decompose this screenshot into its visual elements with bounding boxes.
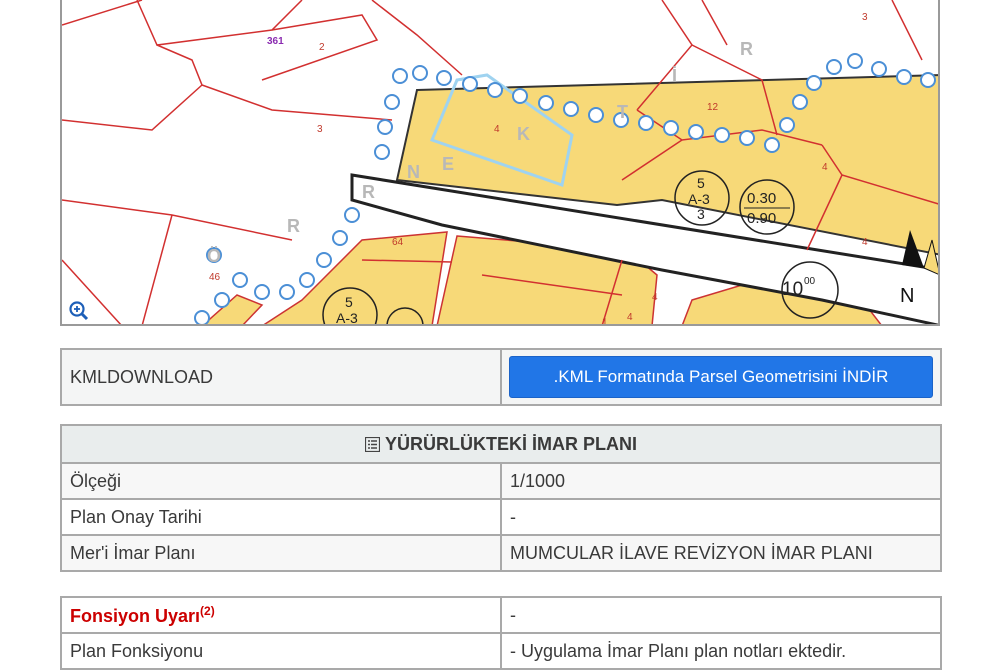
function-warning-value: - [500,596,942,634]
street-letter: T [617,102,628,122]
parcel-label: 361 [267,36,284,47]
zoning-ratio-top: 0.30 [747,190,776,207]
plan-row-value: - [500,498,942,536]
parcel-label: 4 [627,312,633,323]
street-letter: R [362,182,375,202]
plan-row-label: Ölçeği [60,462,502,500]
parcel-block-edge [203,294,264,324]
street-letter: İ [672,66,677,86]
parcel-label: 1 [602,317,608,326]
parcel-label: 46 [209,272,221,283]
zoning-plan-table: YÜRÜRLÜKTEKİ İMAR PLANI Ölçeği 1/1000 Pl… [60,424,942,572]
street-letter: N [407,162,420,182]
zoning-code-top: 5 [697,175,705,191]
plan-row-value: MUMCULAR İLAVE REVİZYON İMAR PLANI [500,534,942,572]
warning-footnote: (2) [200,603,215,618]
plan-row-value: 1/1000 [500,462,942,500]
kml-download-button[interactable]: .KML Formatında Parsel Geometrisini İNDİ… [509,356,933,398]
function-warning-row: Fonsiyon Uyarı(2) - [60,596,942,634]
plan-header: YÜRÜRLÜKTEKİ İMAR PLANI [60,424,942,464]
road-width-sup: 00 [804,276,816,287]
plan-row-label: Mer'i İmar Planı [60,534,502,572]
zoning-map[interactable]: 361 2 3 3 4 12 4 64 4 1 4 46 4 R Ö R N E… [60,0,940,326]
parcel-label: 64 [392,237,404,248]
street-letter: E [442,154,454,174]
parcel-label: 4 [494,124,500,135]
street-letter: R [287,216,300,236]
zoning-code-bot: 3 [697,206,705,222]
street-letter: Ö [207,246,221,266]
street-letter: R [740,39,753,59]
parcel-label: 4 [862,237,868,248]
plan-header-row: YÜRÜRLÜKTEKİ İMAR PLANI [60,424,942,464]
zoning-code-2-mid: A-3 [336,310,358,326]
zoning-ratio-bot: 0.90 [747,210,776,227]
parcel-label: 4 [822,162,828,173]
plan-row-approval-date: Plan Onay Tarihi - [60,498,942,536]
parcel-label: 4 [652,292,658,303]
north-label: N [900,285,914,307]
zoning-code-mid: A-3 [688,191,710,207]
function-table: Fonsiyon Uyarı(2) - Plan Fonksiyonu - Uy… [60,596,942,670]
zoom-in-icon[interactable] [68,300,90,322]
list-document-icon [364,436,381,452]
parcel-label: 2 [319,42,325,53]
plan-row-current-plan: Mer'i İmar Planı MUMCULAR İLAVE REVİZYON… [60,534,942,572]
plan-header-title: YÜRÜRLÜKTEKİ İMAR PLANI [385,433,637,454]
zoning-code-2-top: 5 [345,294,353,310]
plan-row-scale: Ölçeği 1/1000 [60,462,942,500]
warning-text: Fonsiyon Uyarı [70,605,201,626]
road-width: 10 [782,279,803,300]
kml-row: KMLDOWNLOAD .KML Formatında Parsel Geome… [60,348,942,406]
parcel-label: 12 [707,102,719,113]
kml-button-cell: .KML Formatında Parsel Geometrisini İNDİ… [500,348,942,406]
plan-row-label: Plan Onay Tarihi [60,498,502,536]
parcel-label: 3 [862,12,868,23]
kml-label: KMLDOWNLOAD [60,348,502,406]
street-letter: K [517,124,530,144]
parcel-label: 3 [317,124,323,135]
kml-download-table: KMLDOWNLOAD .KML Formatında Parsel Geome… [60,348,942,406]
map-canvas: 361 2 3 3 4 12 4 64 4 1 4 46 4 R Ö R N E… [62,0,938,326]
function-warning-label: Fonsiyon Uyarı(2) [60,596,502,634]
